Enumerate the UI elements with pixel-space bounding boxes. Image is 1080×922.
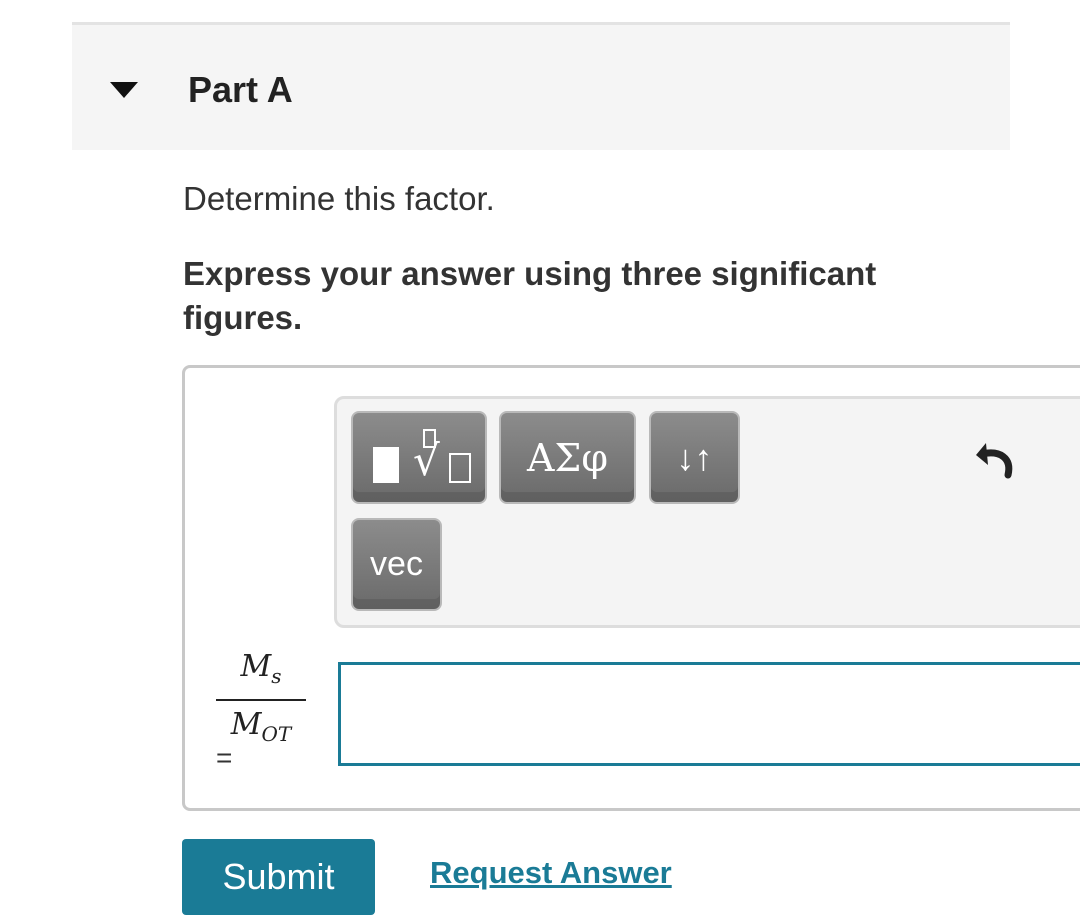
fraction-numerator: Ms <box>240 649 282 688</box>
templates-radical-icon <box>373 447 399 483</box>
instruction-text: Express your answer using three signific… <box>183 255 877 336</box>
request-answer-link[interactable]: Request Answer <box>430 855 672 891</box>
greek-symbols-button[interactable]: ΑΣφ <box>499 411 636 504</box>
part-title: Part A <box>188 69 293 110</box>
formula-fraction: Ms MOT <box>216 648 306 752</box>
vec-button[interactable]: vec <box>351 518 442 611</box>
templates-button[interactable]: √ <box>351 411 487 504</box>
question-text: Determine this factor. <box>183 180 495 217</box>
arrows-button[interactable]: ↓↑ <box>649 411 740 504</box>
equals-sign: = <box>216 742 233 773</box>
submit-button[interactable]: Submit <box>182 839 375 915</box>
answer-input[interactable] <box>338 662 1080 766</box>
fraction-bar <box>216 699 306 701</box>
radicand-box-icon <box>449 453 471 483</box>
radical-icon: √ <box>413 436 440 485</box>
undo-icon[interactable] <box>972 433 1020 481</box>
part-header[interactable]: Part A <box>72 22 1010 150</box>
collapse-caret-icon[interactable] <box>110 82 138 98</box>
